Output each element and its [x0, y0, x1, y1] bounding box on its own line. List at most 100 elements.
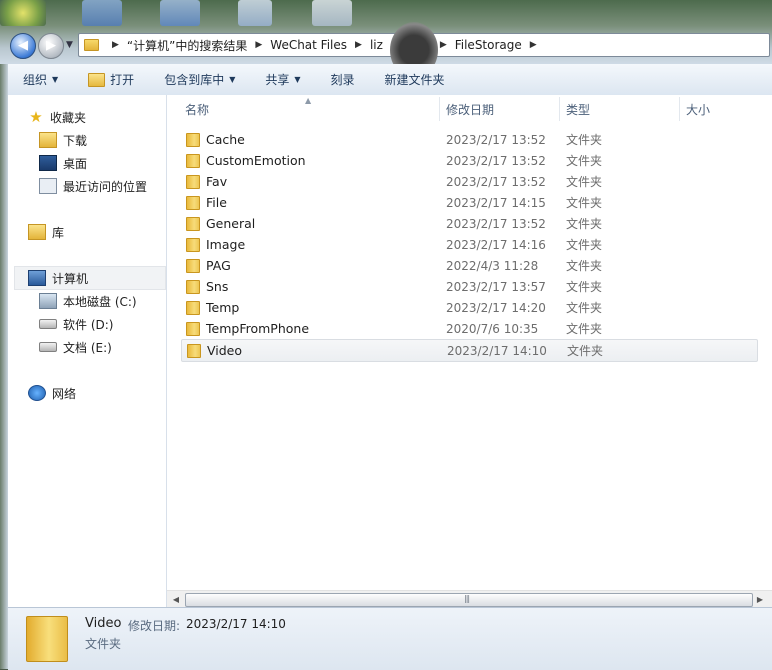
details-modified-label: 修改日期:: [128, 619, 181, 633]
sidebar-item-label: 最近访问的位置: [63, 179, 148, 194]
column-divider[interactable]: [439, 97, 440, 121]
library-icon: [28, 224, 46, 240]
column-header-label: 类型: [566, 102, 591, 117]
column-header-modified[interactable]: 修改日期: [446, 95, 494, 123]
folder-icon: [186, 258, 200, 273]
sidebar-item-network[interactable]: 网络: [28, 382, 76, 404]
sidebar-item-label: 网络: [52, 386, 77, 401]
scroll-right-icon[interactable]: ▶: [753, 593, 767, 606]
sidebar-item-label: 软件 (D:): [63, 317, 114, 332]
chevron-right-icon[interactable]: ▶: [355, 40, 362, 50]
include-in-library-button[interactable]: 包含到库中 ▼: [149, 71, 250, 88]
include-library-label: 包含到库中: [164, 73, 225, 87]
computer-icon: [28, 270, 46, 286]
breadcrumb-wechat-files[interactable]: WeChat Files: [270, 38, 347, 52]
sidebar-item-downloads[interactable]: 下载: [39, 129, 87, 151]
sidebar-item-drive-d[interactable]: 软件 (D:): [39, 313, 113, 335]
file-name: TempFromPhone: [206, 321, 310, 336]
column-header-label: 大小: [686, 102, 711, 117]
file-type: 文件夹: [566, 301, 603, 315]
chevron-right-icon[interactable]: ▶: [255, 40, 262, 50]
breadcrumb-filestorage[interactable]: FileStorage: [455, 38, 522, 52]
sidebar-item-label: 计算机: [52, 271, 89, 286]
open-label: 打开: [110, 73, 135, 87]
new-folder-button[interactable]: 新建文件夹: [370, 71, 460, 88]
file-type: 文件夹: [566, 154, 603, 168]
breadcrumb-user-folder[interactable]: liz: [370, 38, 383, 52]
open-button[interactable]: 打开: [73, 71, 149, 88]
details-pane: Video 修改日期: 2023/2/17 14:10 文件夹: [8, 607, 772, 670]
file-row[interactable]: Sns 2023/2/17 13:57 文件夹: [181, 276, 756, 297]
folder-icon: [186, 279, 200, 294]
folder-icon: [84, 39, 99, 51]
file-row[interactable]: PAG 2022/4/3 11:28 文件夹: [181, 255, 756, 276]
back-button[interactable]: ◀: [10, 33, 36, 59]
file-name: File: [206, 195, 227, 210]
organize-label: 组织: [23, 73, 48, 87]
star-icon: ★: [29, 108, 43, 126]
folder-icon: [187, 343, 201, 358]
window-frame-left: [0, 64, 8, 669]
chevron-right-icon[interactable]: ▶: [112, 40, 119, 50]
column-header-label: 修改日期: [446, 102, 495, 117]
file-modified: 2023/2/17 13:57: [446, 279, 546, 294]
desktop-icon: [238, 0, 272, 26]
file-modified: 2023/2/17 14:20: [446, 300, 546, 315]
folder-icon: [186, 300, 200, 315]
sidebar-item-drive-c[interactable]: 本地磁盘 (C:): [39, 290, 137, 312]
file-row[interactable]: File 2023/2/17 14:15 文件夹: [181, 192, 756, 213]
file-row[interactable]: Image 2023/2/17 14:16 文件夹: [181, 234, 756, 255]
desktop-icon: [39, 155, 57, 171]
column-divider[interactable]: [679, 97, 680, 121]
file-type: 文件夹: [566, 280, 603, 294]
burn-button[interactable]: 刻录: [316, 71, 370, 88]
forward-button[interactable]: ▶: [38, 33, 64, 59]
horizontal-scrollbar[interactable]: ◀ ||| ▶: [167, 590, 772, 608]
file-name: CustomEmotion: [206, 153, 306, 168]
sidebar-item-desktop[interactable]: 桌面: [39, 152, 87, 174]
desktop-icon: [312, 0, 352, 26]
file-modified: 2023/2/17 14:10: [447, 343, 547, 358]
share-label: 共享: [265, 73, 290, 87]
new-folder-label: 新建文件夹: [384, 73, 445, 87]
organize-button[interactable]: 组织 ▼: [8, 71, 73, 88]
sidebar-item-recent[interactable]: 最近访问的位置: [39, 175, 147, 197]
folder-icon: [186, 174, 200, 189]
file-modified: 2020/7/6 10:35: [446, 321, 539, 336]
breadcrumb-search-results[interactable]: “计算机”中的搜索结果: [127, 37, 247, 54]
scrollbar-thumb[interactable]: |||: [185, 593, 753, 607]
file-type: 文件夹: [566, 196, 603, 210]
folder-icon: [186, 321, 200, 336]
column-header-type[interactable]: 类型: [566, 95, 590, 123]
file-modified: 2022/4/3 11:28: [446, 258, 539, 273]
share-button[interactable]: 共享 ▼: [250, 71, 315, 88]
scroll-left-icon[interactable]: ◀: [169, 593, 183, 606]
file-row[interactable]: Cache 2023/2/17 13:52 文件夹: [181, 129, 756, 150]
sidebar-item-computer[interactable]: 计算机: [28, 267, 88, 289]
file-name: Temp: [206, 300, 240, 315]
sidebar-item-libraries[interactable]: 库: [28, 221, 64, 243]
chevron-right-icon[interactable]: ▶: [530, 40, 537, 50]
file-row[interactable]: Fav 2023/2/17 13:52 文件夹: [181, 171, 756, 192]
details-file-name: Video: [85, 616, 122, 631]
file-row[interactable]: General 2023/2/17 13:52 文件夹: [181, 213, 756, 234]
column-header-size[interactable]: 大小: [686, 95, 710, 123]
grip-icon: |||: [464, 594, 470, 603]
file-modified: 2023/2/17 13:52: [446, 132, 546, 147]
file-row[interactable]: TempFromPhone 2020/7/6 10:35 文件夹: [181, 318, 756, 339]
chevron-down-icon: ▼: [294, 75, 301, 84]
file-name: PAG: [206, 258, 231, 273]
chevron-right-icon[interactable]: ▶: [440, 40, 447, 50]
download-folder-icon: [39, 132, 57, 148]
file-row-selected[interactable]: Video 2023/2/17 14:10 文件夹: [181, 339, 758, 362]
file-type: 文件夹: [567, 344, 604, 358]
sidebar-item-drive-e[interactable]: 文档 (E:): [39, 336, 112, 358]
folder-icon: [186, 237, 200, 252]
column-divider[interactable]: [559, 97, 560, 121]
recent-pages-dropdown-icon[interactable]: ▼: [66, 40, 73, 50]
sidebar-item-favorites[interactable]: ★ 收藏夹: [28, 106, 86, 128]
column-header-name[interactable]: 名称: [185, 95, 209, 123]
file-row[interactable]: CustomEmotion 2023/2/17 13:52 文件夹: [181, 150, 756, 171]
file-row[interactable]: Temp 2023/2/17 14:20 文件夹: [181, 297, 756, 318]
file-modified: 2023/2/17 13:52: [446, 153, 546, 168]
